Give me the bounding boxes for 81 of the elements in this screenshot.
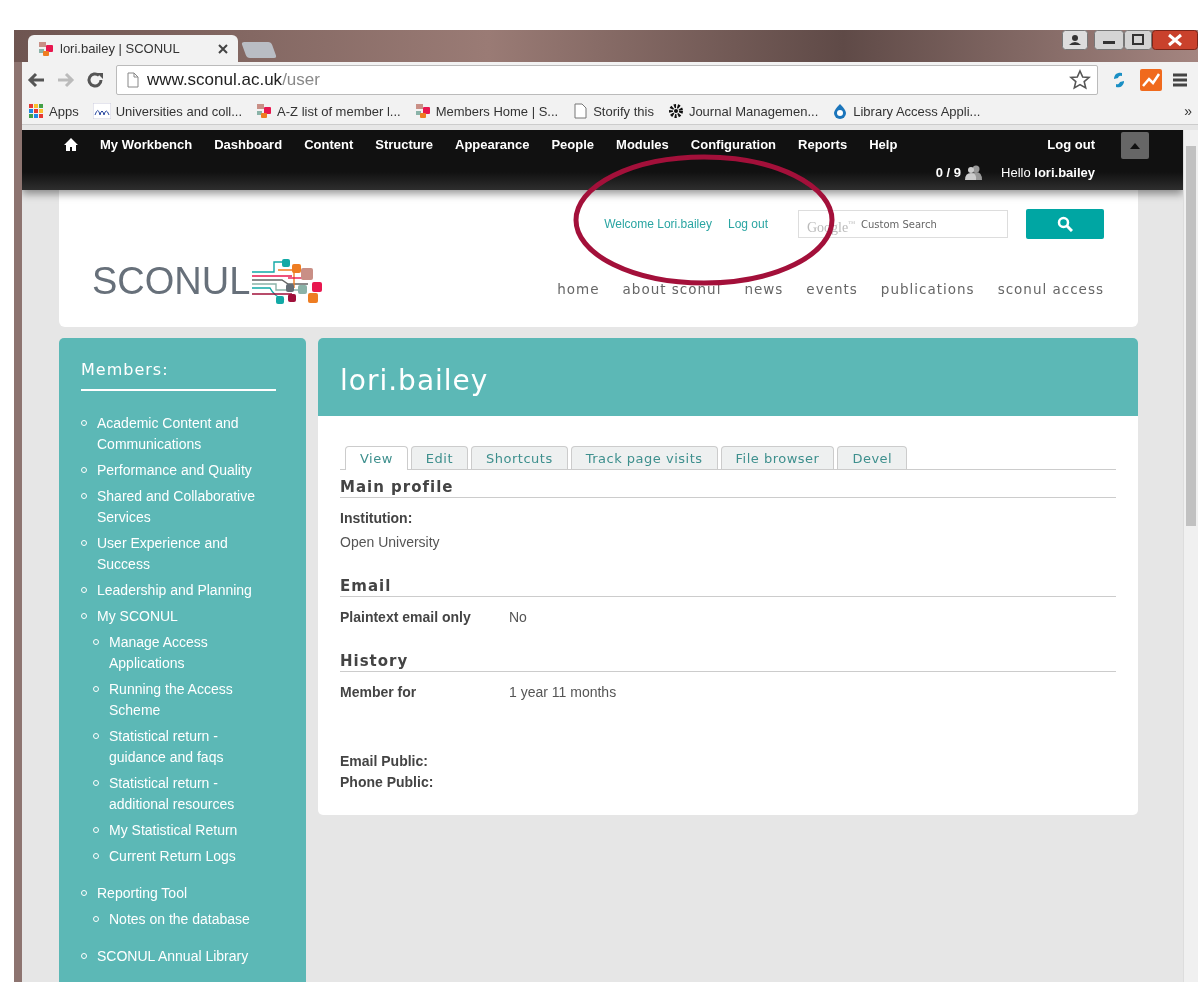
field-label: Member for (340, 683, 418, 702)
collapse-button[interactable] (1121, 132, 1149, 159)
maximize-icon[interactable] (1124, 30, 1152, 50)
bookmark-link[interactable]: A-Z list of member l... (256, 103, 401, 119)
section-heading: History (340, 652, 1116, 672)
admin-menu-link[interactable]: Configuration (690, 136, 777, 152)
home-icon[interactable] (64, 137, 78, 151)
nav-link[interactable]: publications (880, 281, 975, 297)
admin-menu-link[interactable]: Content (304, 136, 354, 152)
site-favicon (414, 103, 431, 119)
bookmark-link[interactable]: Apps (28, 103, 79, 119)
page-icon (572, 103, 589, 119)
field-label: Email Public: (340, 752, 429, 771)
bookmark-link[interactable]: Storify this (572, 103, 654, 119)
menu-icon[interactable] (1172, 72, 1188, 88)
close-icon[interactable] (1152, 30, 1198, 50)
admin-menu-link[interactable]: Appearance (455, 136, 530, 152)
search-icon (1057, 216, 1073, 232)
tab[interactable]: Track page visits (570, 446, 718, 469)
site-favicon (38, 40, 54, 57)
admin-menu-link[interactable]: People (551, 136, 595, 152)
site-favicon (256, 103, 273, 119)
logout-link[interactable]: Log out (727, 217, 768, 231)
logout-link[interactable]: Log out (1047, 136, 1095, 152)
admin-menu-link[interactable]: Help (869, 136, 898, 152)
page-title: lori.bailey (318, 338, 1138, 416)
admin-menu-link[interactable]: Structure (375, 136, 434, 152)
bookmark-link[interactable]: Journal Managemen... (667, 103, 819, 119)
line-chart-icon[interactable] (1140, 69, 1162, 91)
new-tab-button[interactable] (241, 42, 277, 58)
bookmark-link[interactable]: Library Access Appli... (832, 103, 981, 119)
back-arrow-icon[interactable] (26, 71, 46, 89)
url-text[interactable]: www.sconul.ac.uk/user (147, 70, 1061, 90)
admin-menu-link[interactable]: Modules (616, 136, 669, 152)
more-bookmarks-button[interactable]: » (1184, 103, 1192, 119)
field-value: Open University (340, 533, 441, 552)
admin-menu-link[interactable]: My Workbench (100, 136, 193, 152)
tab[interactable]: Devel (837, 446, 908, 469)
admin-menu-link[interactable]: Dashboard (214, 136, 283, 152)
tab[interactable]: Edit (410, 446, 469, 469)
users-icon (965, 164, 984, 180)
field-value: 1 year 11 months (509, 683, 617, 702)
field-value: No (509, 608, 527, 627)
section-heading: Email (340, 577, 1116, 597)
apps-grid-icon (28, 103, 44, 119)
logo-text[interactable]: SCONUL (92, 259, 251, 303)
browser-tab[interactable]: lori.bailey | SCONUL (28, 35, 238, 62)
nav-link[interactable]: sconul access (997, 281, 1104, 297)
star-icon[interactable] (1069, 69, 1091, 91)
user-icon[interactable] (1062, 30, 1088, 50)
tab[interactable]: View (345, 446, 408, 470)
greeting-text: Hello lori.bailey (1001, 164, 1095, 180)
reload-icon[interactable] (86, 71, 106, 89)
close-icon[interactable] (218, 43, 228, 54)
scrollbar[interactable] (1183, 130, 1198, 982)
bookmark-link[interactable]: Members Home | S... (414, 103, 559, 119)
nav-link[interactable]: home (557, 281, 600, 297)
nav-link[interactable]: news (744, 281, 784, 297)
address-bar[interactable]: www.sconul.ac.uk/user (116, 65, 1098, 95)
page-icon (127, 72, 139, 88)
section-heading: Main profile (340, 478, 1116, 498)
minimize-icon[interactable] (1094, 30, 1124, 50)
nav-link[interactable]: events (806, 281, 858, 297)
tab[interactable]: File browser (720, 446, 835, 469)
sidebar-title: Members: (81, 360, 276, 391)
gear-icon (667, 103, 684, 119)
scrollbar-thumb[interactable] (1186, 146, 1196, 526)
tab[interactable]: Shortcuts (471, 446, 568, 469)
online-count: 0 / 9 (935, 164, 962, 180)
field-label: Institution: (340, 509, 414, 528)
field-label: Phone Public: (340, 773, 435, 792)
welcome-link[interactable]: Welcome Lori.bailey (604, 217, 712, 231)
bookmark-link[interactable]: Universities and coll... (92, 103, 243, 119)
drop-icon (832, 103, 849, 119)
site-favicon (92, 103, 111, 119)
network-logo-drawing (252, 258, 323, 304)
caret-up-icon (1130, 142, 1140, 149)
search-button[interactable] (1026, 209, 1104, 239)
nav-link[interactable]: about sconul (622, 281, 722, 297)
admin-menu-link[interactable]: Reports (798, 136, 848, 152)
field-label: Plaintext email only (340, 608, 472, 627)
